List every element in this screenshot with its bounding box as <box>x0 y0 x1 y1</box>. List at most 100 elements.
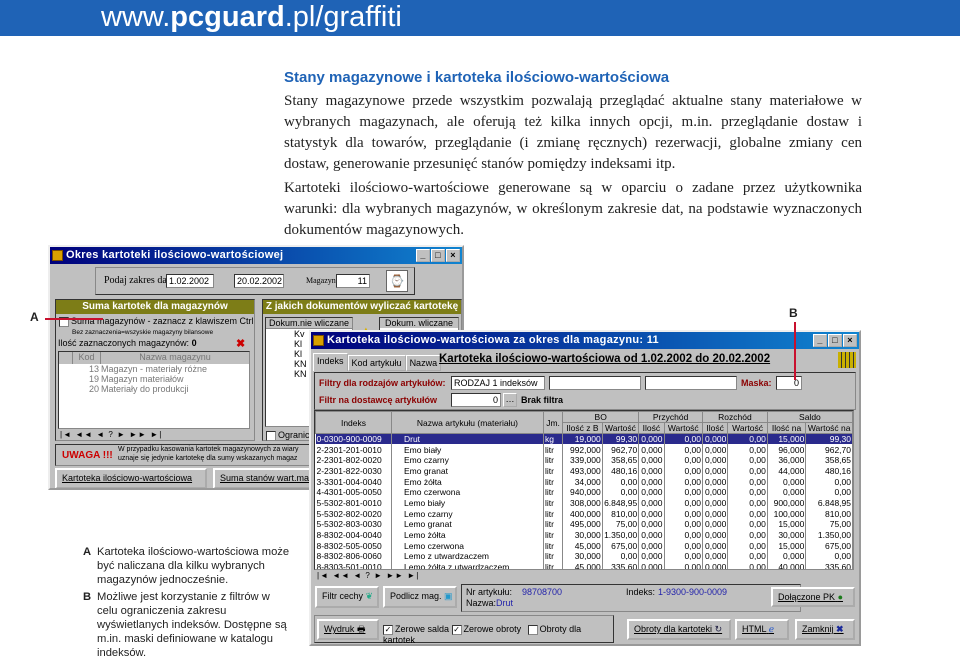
date-to-input[interactable]: 20.02.2002 <box>234 274 284 288</box>
table-cell: Lemo żółta <box>391 529 544 541</box>
dolaczone-pk-button[interactable]: Dołączone PK ● <box>771 587 855 607</box>
refresh-icon: ↻ <box>714 624 723 634</box>
record-navigator[interactable]: |◄ ◄◄ ◄ ? ► ►► ►| <box>317 571 420 580</box>
table-row[interactable]: 2-2301-822-0030 Emo granat litr 493,000 480,… <box>315 465 853 477</box>
table-cell: 0,00 <box>727 476 768 487</box>
table-row[interactable]: 3-3301-004-0040 Emo żółta litr 34,000 0,00 0,… <box>315 476 853 487</box>
table-cell: 335,60 <box>602 561 640 569</box>
table-cell: litr <box>543 561 564 569</box>
limit-checkbox[interactable] <box>266 430 276 441</box>
table-cell: 0,000 <box>702 486 729 498</box>
group-bo: BO <box>562 411 640 423</box>
table-cell: 339,000 <box>562 454 603 466</box>
tab-indeks[interactable]: Indeks <box>313 353 348 371</box>
col-przychod-ilosc[interactable]: Ilość <box>638 422 665 434</box>
table-cell: kg <box>543 433 564 445</box>
close-button[interactable]: × <box>446 249 460 262</box>
table-cell: 8-8303-501-0010 <box>315 561 392 569</box>
zerowe-salda-label: Zerowe salda <box>395 624 450 634</box>
calendar-icon[interactable]: ⌚ <box>386 270 408 292</box>
minimize-button[interactable]: _ <box>813 334 827 347</box>
table-cell: 30,000 <box>767 529 807 541</box>
html-button[interactable]: HTML ℯ <box>735 619 789 640</box>
tab-kod-artykulu[interactable]: Kod artykułu <box>347 355 406 371</box>
delete-icon[interactable]: ✖ <box>236 337 245 350</box>
col-saldo-ilosc[interactable]: Ilość na <box>766 422 807 434</box>
close-button[interactable]: × <box>843 334 857 347</box>
maximize-button[interactable]: □ <box>828 334 842 347</box>
maximize-button[interactable]: □ <box>431 249 445 262</box>
table-cell: 992,000 <box>562 444 603 455</box>
site-suffix: .pl/graffiti <box>284 1 402 33</box>
filtr-cechy-button[interactable]: Filtr cechy ❦ <box>315 586 379 608</box>
filter-panel: Filtry dla rodzajów artykułów: RODZAJ 1 … <box>314 372 856 410</box>
table-cell: 400,000 <box>562 508 603 519</box>
filter-1-select[interactable]: RODZAJ 1 indeksów <box>451 376 545 390</box>
grid-icon[interactable] <box>838 352 856 368</box>
tab-nazwa[interactable]: Nazwa <box>405 355 442 371</box>
table-cell: 0,000 <box>702 476 729 487</box>
warehouse-row[interactable]: 20 Materiały do produkcji <box>59 384 249 394</box>
table-cell: Lemo czerwona <box>391 540 544 552</box>
count-label: Ilość zaznaczonych magazynów: <box>58 338 190 348</box>
col-przychod-wartosc[interactable]: Wartość <box>663 422 703 434</box>
marker-b-line <box>794 322 796 380</box>
magazyn-select[interactable]: 11 <box>336 274 370 288</box>
podlicz-button[interactable]: Podlicz mag. ▣ <box>383 586 457 608</box>
table-cell: 5-5302-802-0020 <box>315 508 392 519</box>
table-cell: 962,70 <box>602 444 640 455</box>
table-row[interactable]: 8-8302-505-0050 Lemo czerwona litr 45,000 67… <box>315 540 853 552</box>
table-cell: 0,000 <box>638 454 665 466</box>
filter-2-select[interactable] <box>549 376 641 390</box>
table-cell: 0,000 <box>638 444 665 455</box>
filter-3-select[interactable] <box>645 376 737 390</box>
nr-value: 98708700 <box>522 587 563 597</box>
table-row[interactable]: 8-8302-004-0040 Lemo żółta litr 30,000 1.350… <box>315 529 853 541</box>
table-row[interactable]: 5-5302-802-0020 Lemo czarny litr 400,000 810… <box>315 508 853 519</box>
obroty-kartoteki-button[interactable]: Obroty dla kartoteki ↻ <box>627 619 731 640</box>
zerowe-salda-checkbox[interactable]: ✓ <box>383 624 393 635</box>
table-row[interactable]: 8-8302-806-0060 Lemo z utwardzaczem litr 30… <box>315 551 853 562</box>
table-cell: 0,00 <box>727 444 768 455</box>
wydruk-button[interactable]: Wydruk 🖶 <box>317 619 379 640</box>
table-row[interactable]: 8-8303-501-0010 Lemo żółta z utwardzaczem… <box>315 561 853 569</box>
table-cell: 0,00 <box>664 433 703 445</box>
table-cell: 0,000 <box>638 486 665 498</box>
record-navigator[interactable]: |◄ ◄◄ ◄ ? ► ►► ►| <box>60 430 163 439</box>
col-bo-wartosc[interactable]: Wartość <box>601 422 640 434</box>
col-rozchod-ilosc[interactable]: Ilość <box>701 422 729 434</box>
table-row[interactable]: 0-0300-900-0009 Drut kg 19,000 99,30 0,000 0,0… <box>315 433 853 445</box>
table-cell: 0,00 <box>664 540 703 552</box>
table-cell: 0,00 <box>664 519 703 530</box>
included-header: Dokum. wliczane <box>380 318 458 328</box>
table-row[interactable]: 5-5302-801-0010 Lemo biały litr 308,000 6.84… <box>315 497 853 509</box>
minimize-button[interactable]: _ <box>416 249 430 262</box>
zerowe-obroty-checkbox[interactable]: ✓ <box>451 624 462 635</box>
col-nazwa[interactable]: Nazwa artykułu (materiału) <box>390 411 544 434</box>
supplier-browse-button[interactable]: … <box>503 393 517 407</box>
col-indeks[interactable]: Indeks <box>315 411 392 434</box>
col-saldo-wartosc[interactable]: Wartość na <box>805 422 853 434</box>
warehouse-row[interactable]: 19 Magazyn materiałów <box>59 374 249 384</box>
table-row[interactable]: 2-2301-802-0020 Emo czarny litr 339,000 358,… <box>315 454 853 466</box>
col-rozchod-wartosc[interactable]: Wartość <box>727 422 768 434</box>
table-row[interactable]: 4-4301-005-0050 Emo czerwona litr 940,000 0,… <box>315 486 853 498</box>
supplier-input[interactable]: 0 <box>451 393 501 407</box>
table-cell: litr <box>543 465 564 477</box>
close-x-icon: ✖ <box>836 624 844 634</box>
date-from-input[interactable]: 1.02.2002 <box>166 274 214 288</box>
table-row[interactable]: 5-5302-803-0030 Lemo granat litr 495,000 75,… <box>315 519 853 530</box>
table-cell: 0,00 <box>664 486 703 498</box>
col-bo-ilosc[interactable]: Ilość z B <box>562 422 603 434</box>
table-row[interactable]: 2-2301-201-0010 Emo biały litr 992,000 962,7… <box>315 444 853 455</box>
kartoteka-button[interactable]: Kartoteka ilościowo-wartościowa <box>55 468 207 488</box>
zamknij-button[interactable]: Zamknij ✖ <box>795 619 855 640</box>
table-cell: 0,00 <box>727 433 768 445</box>
period-window-titlebar: Okres kartoteki ilościowo-wartościowej _… <box>50 247 462 264</box>
warehouse-row[interactable]: 13 Magazyn - materiały różne <box>59 364 249 374</box>
obroty-kartotek-checkbox[interactable] <box>527 624 538 635</box>
col-jm[interactable]: Jm. <box>542 411 564 434</box>
mask-select[interactable]: 0 <box>776 376 802 390</box>
table-cell: 495,000 <box>562 519 603 530</box>
table-cell: 0,000 <box>638 508 665 519</box>
